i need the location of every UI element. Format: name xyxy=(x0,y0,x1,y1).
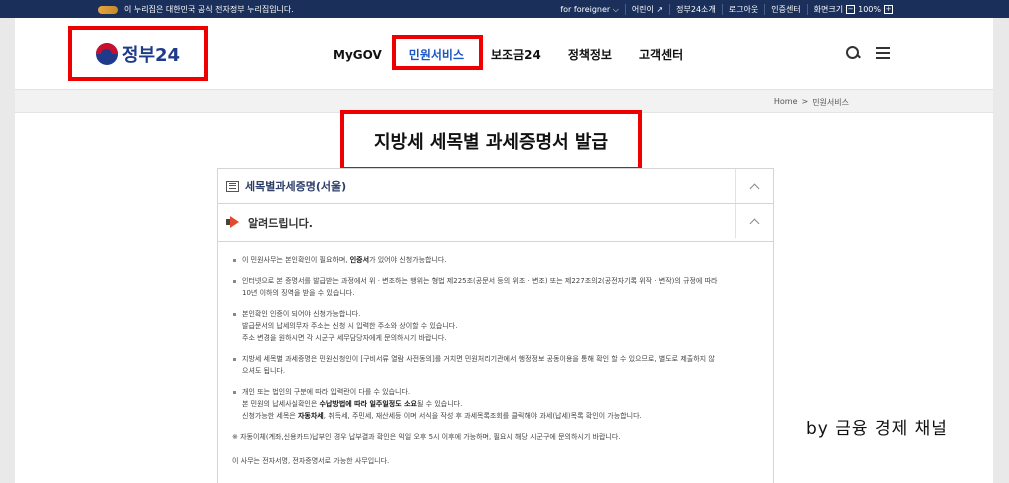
notice-item: 이 민원사무는 본인확인이 필요하며, 인증서가 있어야 신청가능합니다. xyxy=(232,254,757,266)
eg-logo-icon xyxy=(98,5,118,14)
nav-mygov[interactable]: MyGOV xyxy=(333,48,382,62)
notice-footer: 이 사무는 전자서명, 전자증명서로 가능한 사무입니다. xyxy=(232,457,390,465)
utility-links: for foreigner ⌵ 어린이 ↗ 정부24소개 로그아웃 인증센터 화… xyxy=(554,4,893,15)
breadcrumb-home[interactable]: Home xyxy=(774,97,798,108)
zoom-value: 100% xyxy=(858,5,881,14)
site-header: 정부24 MyGOV 민원서비스 보조금24 정책정보 고객센터 xyxy=(15,18,993,89)
notice-line: 신청가능한 세목은 자동차세, 취득세, 주민세, 재산세등 이며 서식을 작성… xyxy=(242,410,757,422)
breadcrumb-separator: > xyxy=(801,97,809,106)
notice-text: 될 수 있습니다. xyxy=(417,400,463,408)
notice-text: 신청가능한 세목은 xyxy=(242,412,298,420)
header-icons xyxy=(846,46,890,60)
link-auth-center[interactable]: 인증센터 xyxy=(764,4,806,15)
breadcrumb-current[interactable]: 민원서비스 xyxy=(812,97,849,108)
zoom-in-button[interactable]: + xyxy=(884,5,893,14)
watermark-text: by 금융 경제 채널 xyxy=(806,419,948,439)
notice-line: 10년 이하의 징역을 받을 수 있습니다. xyxy=(242,289,355,297)
notice-accordion-title: 알려드립니다. xyxy=(248,216,313,230)
service-panel: 세목별과세증명(서울) 알려드립니다. 이 민원사무는 본인확인이 필요하며, … xyxy=(217,168,774,483)
site-logo[interactable]: 정부24 xyxy=(68,26,208,81)
logo-text: 정부24 xyxy=(121,44,181,66)
notice-bold: 수납방법에 따라 일주일정도 소요 xyxy=(319,400,417,408)
notice-accordion[interactable]: 알려드립니다. xyxy=(218,204,773,242)
chevron-up-icon xyxy=(749,183,760,193)
nav-customer-center[interactable]: 고객센터 xyxy=(639,46,683,63)
hamburger-menu-icon[interactable] xyxy=(876,47,890,59)
link-kids[interactable]: 어린이 ↗ xyxy=(624,4,669,15)
taegeuk-logo-icon xyxy=(95,42,118,65)
gov-notice-text: 이 누리집은 대한민국 공식 전자정부 누리집입니다. xyxy=(124,5,294,14)
service-accordion-toggle[interactable] xyxy=(735,169,773,203)
list-icon xyxy=(226,180,239,192)
notice-text: 가 있어야 신청가능합니다. xyxy=(369,256,447,264)
zoom-control: 화면크기 − 100% + xyxy=(806,4,893,15)
page-title-box: 지방세 세목별 과세증명서 발급 xyxy=(340,110,642,171)
notice-text: 이 민원사무는 본인확인이 필요하며, xyxy=(242,256,350,264)
notice-line: 개인 또는 법인의 구분에 따라 입력란이 다를 수 있습니다. xyxy=(242,388,411,396)
notice-item: 개인 또는 법인의 구분에 따라 입력란이 다를 수 있습니다. 본 민원의 납… xyxy=(232,386,757,422)
megaphone-icon xyxy=(226,216,242,229)
notice-text: 본 민원의 납세사실확인은 xyxy=(242,400,320,408)
notice-reference: ※ 자동이체(계좌,신용카드)납부인 경우 납부결과 확인은 익일 오후 5시 … xyxy=(232,433,621,441)
zoom-out-button[interactable]: − xyxy=(846,5,856,14)
notice-accordion-toggle[interactable] xyxy=(735,204,773,238)
notice-line: 발급문서의 납세의무자 주소는 신청 시 입력한 주소와 상이할 수 있습니다. xyxy=(242,322,458,330)
notice-item: 인터넷으로 본 증명서를 발급받는 과정에서 위 · 변조하는 행위는 형법 제… xyxy=(232,275,757,299)
nav-highlight-box xyxy=(392,35,483,70)
notice-line: 인터넷으로 본 증명서를 발급받는 과정에서 위 · 변조하는 행위는 형법 제… xyxy=(242,277,718,285)
notice-line: 이 민원사무는 본인확인이 필요하며, 인증서가 있어야 신청가능합니다. xyxy=(242,254,757,266)
notice-bold: 자동차세 xyxy=(297,412,324,420)
notice-line: 본인확인 인증이 되어야 신청가능합니다. xyxy=(242,310,361,318)
zoom-label: 화면크기 xyxy=(813,5,844,14)
notice-item: 지방세 세목별 과세증명은 민원신청인이 [구비서류 열람 사전동의]를 거치면… xyxy=(232,353,757,377)
notice-line: 본 민원의 납세사실확인은 수납방법에 따라 일주일정도 소요될 수 있습니다. xyxy=(242,398,757,410)
page-title: 지방세 세목별 과세증명서 발급 xyxy=(373,131,609,153)
link-about[interactable]: 정부24소개 xyxy=(669,4,722,15)
notice-line: 으셔도 됩니다. xyxy=(242,367,286,375)
service-accordion[interactable]: 세목별과세증명(서울) xyxy=(218,169,773,204)
notice-bold: 인증서 xyxy=(349,256,370,264)
link-logout[interactable]: 로그아웃 xyxy=(721,4,764,15)
right-margin xyxy=(993,18,1009,483)
search-icon[interactable] xyxy=(846,46,860,60)
main-nav: MyGOV 민원서비스 보조금24 정책정보 고객센터 xyxy=(333,46,710,63)
notice-body: 이 민원사무는 본인확인이 필요하며, 인증서가 있어야 신청가능합니다. 인터… xyxy=(218,242,773,467)
link-for-foreigner[interactable]: for foreigner ⌵ xyxy=(554,5,624,15)
notice-text: , 취득세, 주민세, 재산세등 이며 서식을 작성 후 과세목록조회를 클릭해… xyxy=(323,412,642,420)
government-banner: 이 누리집은 대한민국 공식 전자정부 누리집입니다. for foreigne… xyxy=(0,0,1009,18)
breadcrumb: Home > 민원서비스 xyxy=(774,97,849,108)
nav-policy-info[interactable]: 정책정보 xyxy=(568,46,612,63)
notice-line: 지방세 세목별 과세증명은 민원신청인이 [구비서류 열람 사전동의]를 거치면… xyxy=(242,355,715,363)
chevron-up-icon xyxy=(749,218,760,228)
nav-subsidy24[interactable]: 보조금24 xyxy=(491,46,541,63)
service-accordion-title: 세목별과세증명(서울) xyxy=(245,180,347,193)
gov-notice: 이 누리집은 대한민국 공식 전자정부 누리집입니다. xyxy=(98,4,294,15)
notice-line: 주소 변경을 원하시면 각 시군구 세무담당자에게 문의하시기 바랍니다. xyxy=(242,334,447,342)
notice-item: 본인확인 인증이 되어야 신청가능합니다. 발급문서의 납세의무자 주소는 신청… xyxy=(232,308,757,344)
